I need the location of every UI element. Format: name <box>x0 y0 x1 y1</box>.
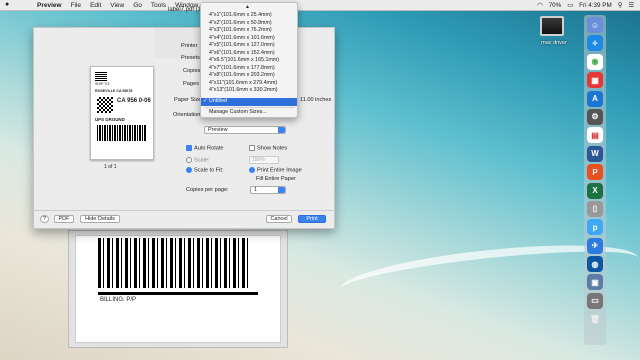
carrier-text: UPS GROUND <box>95 117 125 122</box>
preview-document-window: BILLING: P/P <box>68 230 288 348</box>
help-button[interactable]: ? <box>40 215 49 223</box>
copies-per-page-select[interactable]: 1 <box>250 186 286 194</box>
excel-icon[interactable]: X <box>587 182 603 199</box>
print-entire-image-radio[interactable]: Print Entire Image <box>249 167 302 173</box>
section-select[interactable]: Preview <box>204 126 286 134</box>
page-indicator: 1 of 1 <box>104 164 117 170</box>
paper-size-menu: ▲ 4"x1"(101.6mm x 25.4mm) 4"x2"(101.6mm … <box>200 2 298 118</box>
menu-edit[interactable]: Edit <box>90 2 101 9</box>
system-preferences-icon[interactable]: ⚙ <box>587 108 603 125</box>
scale-radio[interactable]: Scale: <box>186 157 210 163</box>
cancel-button[interactable]: Cancel <box>266 215 292 223</box>
checkmark-icon: ✓ <box>203 98 208 104</box>
print-button[interactable]: Print <box>298 215 326 223</box>
section-select-value: Preview <box>208 127 228 133</box>
divider <box>98 292 258 295</box>
dock: ☺ ✧ ◉ ▦ A ⚙ ▤ W P X ▯ p ✈ ◍ ▣ ▭ 🗑 <box>584 15 606 345</box>
battery-icon: ▭ <box>567 2 574 9</box>
menu-item-paper[interactable]: 4"x5"(101.6mm x 127.0mm) <box>201 42 297 50</box>
ping-icon[interactable]: p <box>587 219 603 236</box>
app-store-icon[interactable]: A <box>587 90 603 107</box>
menu-app-preview[interactable]: Preview <box>37 2 62 9</box>
chevron-up-icon[interactable]: ▲ <box>245 4 250 10</box>
document-icon[interactable]: ▯ <box>587 200 603 217</box>
scale-to-fit-radio[interactable]: Scale to Fit: <box>186 167 224 173</box>
menu-item-paper[interactable]: 4"x6.5"(101.6mm x 165.1mm) <box>201 57 297 65</box>
clock[interactable]: Fri 4:39 PM <box>579 2 612 9</box>
fill-entire-paper-radio[interactable]: Fill Entire Paper <box>256 176 296 182</box>
trash-icon[interactable]: 🗑 <box>587 311 603 327</box>
desktop-icon-label[interactable]: mac driver <box>534 40 574 46</box>
chevron-down-icon <box>278 127 285 133</box>
apple-icon[interactable]: ● <box>5 1 9 8</box>
menu-file[interactable]: File <box>71 2 81 9</box>
menu-item-paper[interactable]: 4"x11"(101.6mm x 279.4mm) <box>201 80 297 88</box>
word-icon[interactable]: W <box>587 145 603 162</box>
copies-per-page-label: Copies per page: <box>186 187 229 193</box>
pages-label: Pages <box>183 81 199 87</box>
divider <box>34 210 334 211</box>
barcode-large <box>98 238 248 288</box>
menu-item-paper[interactable]: 4"x7"(101.6mm x 177.8mm) <box>201 65 297 73</box>
menu-item-paper[interactable]: 4"x13"(101.6mm x 330.2mm) <box>201 87 297 95</box>
pdf-icon[interactable]: ▤ <box>587 127 603 144</box>
route-code: CA 956 0-06 <box>117 98 151 104</box>
powerpoint-icon[interactable]: P <box>587 164 603 181</box>
menu-item-paper[interactable]: 4"x2"(101.6mm x 50.8mm) <box>201 20 297 28</box>
billing-text: BILLING: P/P <box>100 297 137 303</box>
monitor-icon[interactable] <box>540 16 564 36</box>
menu-item-paper[interactable]: 4"x4"(101.6mm x 101.6mm) <box>201 35 297 43</box>
finder-icon[interactable]: ☺ <box>587 17 603 33</box>
scale-input[interactable]: 100% <box>249 156 279 164</box>
auto-rotate-checkbox[interactable]: Auto Rotate <box>186 145 224 151</box>
menu-item-untitled-selected[interactable]: ✓ Untitled <box>201 98 297 106</box>
chrome-icon[interactable]: ◉ <box>587 53 603 70</box>
calendar-icon[interactable]: ▦ <box>587 72 603 89</box>
monitor-icon[interactable]: ▭ <box>587 292 603 309</box>
battery-percent[interactable]: 70% <box>549 2 562 9</box>
paper-size-dimensions: 11.00 inches <box>300 97 332 103</box>
status-area: ◠ 70% ▭ Fri 4:39 PM ⚲ ☰ <box>537 1 634 10</box>
menu-item-manage-custom-sizes[interactable]: Manage Custom Sizes... <box>201 109 297 117</box>
barcode-main <box>97 125 147 141</box>
copies-label: Copies <box>183 68 201 74</box>
menu-item-paper[interactable]: 4"x6"(101.6mm x 152.4mm) <box>201 50 297 58</box>
city-text: ROSEVILLE CA 95678 <box>95 89 133 93</box>
barcode-small <box>95 71 107 81</box>
safari-icon[interactable]: ✧ <box>587 35 603 52</box>
paper-size-label: Paper Size <box>174 97 202 103</box>
menu-list-icon[interactable]: ☰ <box>628 2 634 9</box>
menu-item-paper[interactable]: 4"x1"(101.6mm x 25.4mm) <box>201 12 297 20</box>
menu-tools[interactable]: Tools <box>151 2 166 9</box>
chevron-down-icon <box>278 187 285 193</box>
printer-label: Printer <box>181 43 198 49</box>
wifi-icon[interactable]: ◠ <box>537 2 543 9</box>
search-icon[interactable]: ⚲ <box>618 2 623 9</box>
ship-to-text: SHIP TO: <box>95 82 111 86</box>
globe-icon[interactable]: ◍ <box>587 256 603 273</box>
network-icon[interactable]: ▣ <box>587 274 603 291</box>
presets-label: Presets <box>181 55 200 61</box>
menu-separator <box>205 107 295 108</box>
qr-code <box>97 97 113 113</box>
menu-item-paper[interactable]: 4"x3"(101.6mm x 76.2mm) <box>201 27 297 35</box>
show-notes-checkbox[interactable]: Show Notes <box>249 145 287 151</box>
print-preview-thumbnail: SHIP TO: ROSEVILLE CA 95678 CA 956 0-06 … <box>90 66 154 160</box>
menu-view[interactable]: View <box>110 2 124 9</box>
orientation-label: Orientation <box>173 112 201 118</box>
menu-item-paper[interactable]: 4"x8"(101.6mm x 203.2mm) <box>201 72 297 80</box>
hide-details-button[interactable]: Hide Details <box>80 215 120 223</box>
pdf-menu-button[interactable]: PDF <box>54 215 74 223</box>
shipping-label-page: BILLING: P/P <box>75 235 281 343</box>
bird-icon[interactable]: ✈ <box>587 237 603 254</box>
menu-go[interactable]: Go <box>133 2 142 9</box>
